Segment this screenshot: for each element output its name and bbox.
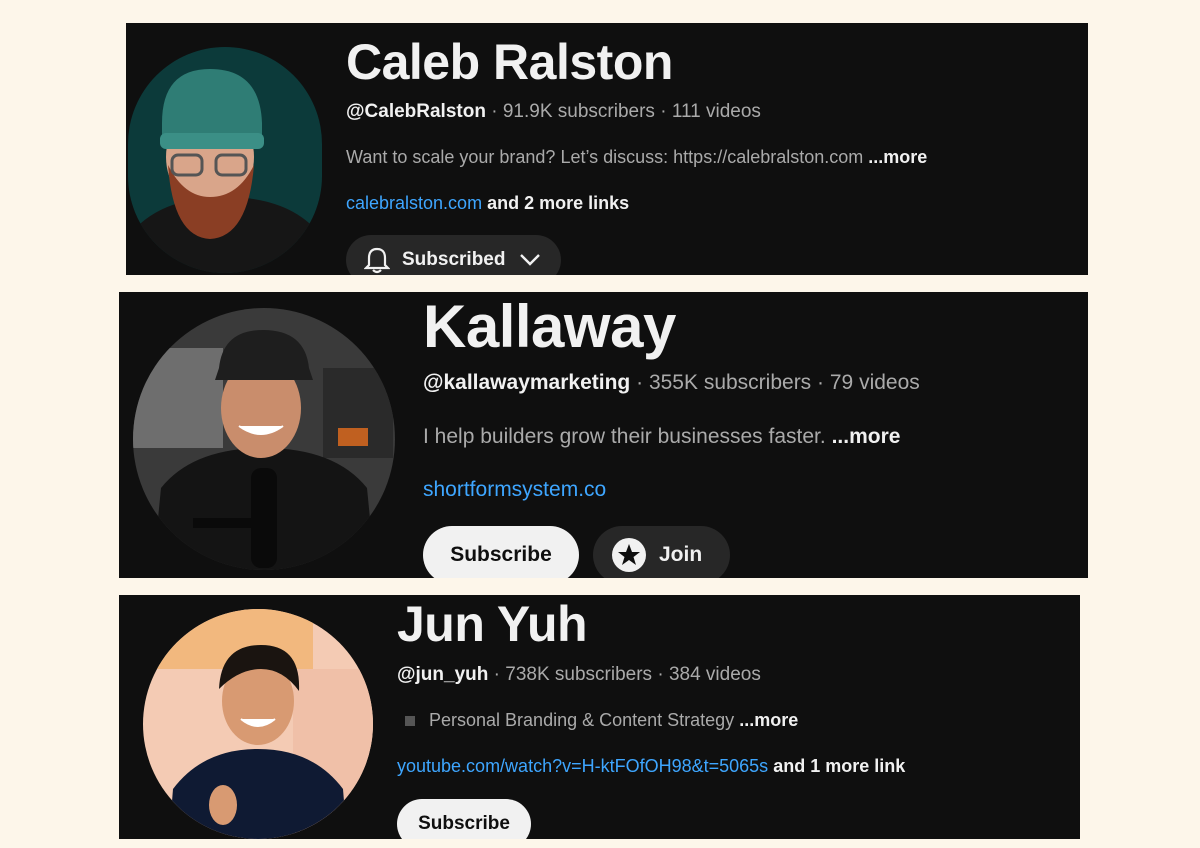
- channel-header-junyuh: Jun Yuh @jun_yuh · 738K subscribers · 38…: [119, 595, 1080, 839]
- channel-avatar[interactable]: [128, 47, 322, 273]
- person-cap-microphone-icon: [133, 308, 395, 570]
- person-smiling-icon: [143, 609, 373, 839]
- channel-header-caleb: Caleb Ralston @CalebRalston · 91.9K subs…: [126, 23, 1088, 275]
- channel-handle[interactable]: @CalebRalston: [346, 101, 486, 122]
- channel-handle[interactable]: @jun_yuh: [397, 664, 488, 685]
- description-text: Want to scale your brand? Let’s discuss:…: [346, 147, 864, 167]
- channel-name: Jun Yuh: [397, 596, 588, 652]
- chevron-down-icon: [520, 254, 541, 266]
- separator: ·: [636, 371, 644, 394]
- star-badge-icon: [612, 538, 646, 572]
- channel-handle[interactable]: @kallawaymarketing: [423, 371, 630, 394]
- video-count: 384 videos: [668, 664, 761, 685]
- separator: ·: [491, 101, 498, 122]
- channel-description[interactable]: I help builders grow their businesses fa…: [423, 425, 900, 449]
- description-text: I help builders grow their businesses fa…: [423, 425, 826, 448]
- subscriber-count: 355K subscribers: [648, 371, 812, 394]
- channel-avatar[interactable]: [143, 609, 373, 839]
- subscribed-button[interactable]: Subscribed: [346, 235, 561, 275]
- channel-links: calebralston.com and 2 more links: [346, 193, 629, 214]
- subscriber-count: 91.9K subscribers: [502, 101, 655, 122]
- join-button[interactable]: Join: [593, 526, 730, 578]
- channel-header-kallaway: Kallaway @kallawaymarketing · 355K subsc…: [119, 292, 1088, 578]
- channel-description[interactable]: Want to scale your brand? Let’s discuss:…: [346, 147, 927, 168]
- channel-name: Caleb Ralston: [346, 34, 673, 90]
- video-count: 111 videos: [671, 101, 761, 122]
- channel-name: Kallaway: [423, 293, 676, 360]
- subscribe-button[interactable]: Subscribe: [397, 799, 531, 839]
- description-text: Personal Branding & Content Strategy: [429, 710, 735, 730]
- bell-icon: [364, 247, 390, 274]
- subscriber-count: 738K subscribers: [505, 664, 653, 685]
- channel-meta: @CalebRalston · 91.9K subscribers · 111 …: [346, 101, 761, 123]
- channel-avatar[interactable]: [133, 308, 395, 570]
- separator: ·: [493, 664, 500, 685]
- channel-link[interactable]: shortformsystem.co: [423, 478, 606, 501]
- separator: ·: [817, 371, 825, 394]
- channel-description[interactable]: Personal Branding & Content Strategy ...…: [405, 710, 798, 731]
- more-links[interactable]: and 2 more links: [487, 193, 629, 213]
- channel-links: shortformsystem.co: [423, 478, 606, 502]
- channel-link[interactable]: youtube.com/watch?v=H-ktFOfOH98&t=5065s: [397, 756, 768, 776]
- subscribe-label: Subscribe: [450, 543, 552, 566]
- more-link[interactable]: ...more: [739, 710, 798, 730]
- channel-link[interactable]: calebralston.com: [346, 193, 482, 213]
- subscribe-button[interactable]: Subscribe: [423, 526, 579, 578]
- video-count: 79 videos: [829, 371, 920, 394]
- more-link[interactable]: ...more: [832, 425, 901, 448]
- subscribed-label: Subscribed: [402, 249, 506, 270]
- more-link[interactable]: ...more: [868, 147, 927, 167]
- join-label: Join: [659, 543, 703, 566]
- person-beanie-beard-icon: [128, 47, 322, 273]
- bullet-square-icon: [405, 716, 415, 727]
- channel-meta: @kallawaymarketing · 355K subscribers · …: [423, 371, 920, 395]
- channel-meta: @jun_yuh · 738K subscribers · 384 videos: [397, 664, 761, 686]
- channel-links: youtube.com/watch?v=H-ktFOfOH98&t=5065s …: [397, 756, 905, 777]
- separator: ·: [660, 101, 667, 122]
- subscribe-label: Subscribe: [418, 813, 510, 834]
- more-links[interactable]: and 1 more link: [773, 756, 905, 776]
- separator: ·: [657, 664, 664, 685]
